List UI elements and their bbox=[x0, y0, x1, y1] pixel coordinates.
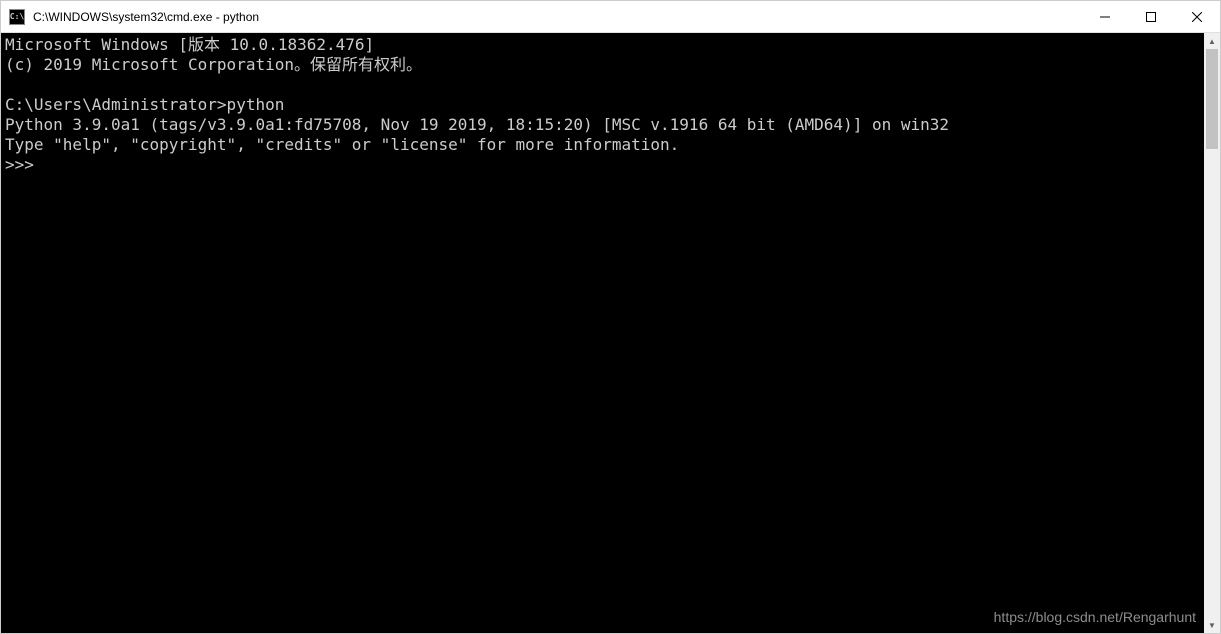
titlebar[interactable]: C:\ C:\WINDOWS\system32\cmd.exe - python bbox=[1, 1, 1220, 33]
close-button[interactable] bbox=[1174, 1, 1220, 32]
window-controls bbox=[1082, 1, 1220, 32]
python-prompt[interactable]: >>> bbox=[5, 155, 44, 174]
watermark-text: https://blog.csdn.net/Rengarhunt bbox=[994, 609, 1196, 625]
console-body: Microsoft Windows [版本 10.0.18362.476] (c… bbox=[1, 33, 1220, 633]
scroll-down-arrow-icon[interactable]: ▼ bbox=[1204, 617, 1220, 633]
output-line: Type "help", "copyright", "credits" or "… bbox=[5, 135, 679, 154]
output-line: (c) 2019 Microsoft Corporation。保留所有权利。 bbox=[5, 55, 422, 74]
console-output[interactable]: Microsoft Windows [版本 10.0.18362.476] (c… bbox=[1, 33, 1204, 633]
scrollbar-thumb[interactable] bbox=[1206, 49, 1218, 149]
minimize-button[interactable] bbox=[1082, 1, 1128, 32]
output-line: Microsoft Windows [版本 10.0.18362.476] bbox=[5, 35, 374, 54]
window-title: C:\WINDOWS\system32\cmd.exe - python bbox=[33, 10, 1082, 24]
scroll-up-arrow-icon[interactable]: ▲ bbox=[1204, 33, 1220, 49]
output-line: Python 3.9.0a1 (tags/v3.9.0a1:fd75708, N… bbox=[5, 115, 949, 134]
cmd-icon: C:\ bbox=[9, 9, 25, 25]
output-line: C:\Users\Administrator>python bbox=[5, 95, 284, 114]
vertical-scrollbar[interactable]: ▲ ▼ bbox=[1204, 33, 1220, 633]
cmd-window: C:\ C:\WINDOWS\system32\cmd.exe - python… bbox=[0, 0, 1221, 634]
maximize-button[interactable] bbox=[1128, 1, 1174, 32]
